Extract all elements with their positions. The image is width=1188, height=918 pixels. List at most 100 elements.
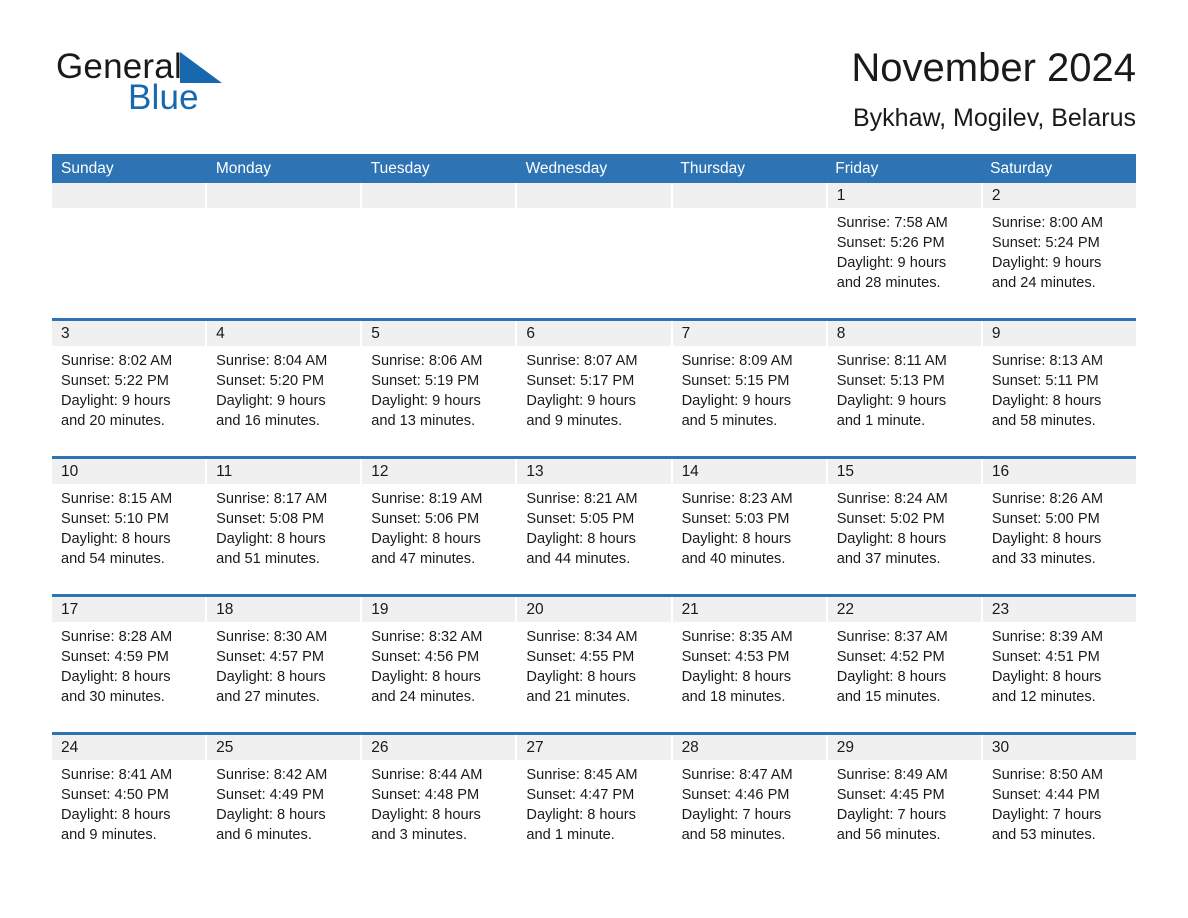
sunset-text: Sunset: 4:56 PM — [371, 649, 480, 665]
logo-text-blue: Blue — [128, 78, 199, 117]
sunset-text: Sunset: 5:19 PM — [371, 373, 480, 389]
weekday-header-row: Sunday Monday Tuesday Wednesday Thursday Frid… — [52, 153, 1136, 183]
day-sun-info: Sunrise: 8:02 AM Sunset: 5:22 PM Daylight:… — [52, 346, 205, 432]
calendar-day-cell[interactable]: 12 Sunrise: 8:19 AM Sunset: 5:06 PM Dayligh… — [362, 458, 516, 587]
daylight-text-line1: Daylight: 9 hours — [991, 255, 1102, 272]
daylight-text-line1: Daylight: 8 hours — [216, 531, 326, 548]
calendar-week-row: 10 Sunrise: 8:15 AM Sunset: 5:10 PM Dayligh… — [52, 455, 1136, 587]
sunset-text: Sunset: 4:48 PM — [371, 787, 480, 803]
daylight-text-line1: Daylight: 8 hours — [836, 669, 947, 686]
calendar-day-cell[interactable]: 26 Sunrise: 8:44 AM Sunset: 4:48 PM Dayligh… — [362, 734, 516, 863]
day-sun-info: Sunrise: 8:21 AM Sunset: 5:05 PM Daylight:… — [517, 484, 670, 570]
calendar-day-cell[interactable]: 2 Sunrise: 8:00 AM Sunset: 5:24 PM Daylight… — [982, 182, 1136, 311]
daylight-text-line1: Daylight: 8 hours — [991, 393, 1102, 410]
daylight-text-line2: and 27 minutes. — [216, 689, 320, 706]
daylight-text-line1: Daylight: 9 hours — [61, 393, 171, 410]
daylight-text-line2: and 16 minutes. — [216, 413, 320, 430]
calendar-day-cell[interactable]: 7 Sunrise: 8:09 AM Sunset: 5:15 PM Daylight… — [672, 320, 826, 449]
calendar-day-cell[interactable]: 9 Sunrise: 8:13 AM Sunset: 5:11 PM Daylight… — [982, 320, 1136, 449]
calendar-day-cell[interactable]: 24 Sunrise: 8:41 AM Sunset: 4:50 PM Dayligh… — [52, 734, 206, 863]
sunrise-text: Sunrise: 8:23 AM — [681, 490, 793, 507]
weekday-header-wednesday: Wednesday — [525, 159, 608, 177]
sunrise-text: Sunrise: 8:21 AM — [526, 490, 638, 507]
sunset-text: Sunset: 4:45 PM — [836, 787, 945, 803]
calendar-day-cell[interactable]: 14 Sunrise: 8:23 AM Sunset: 5:03 PM Dayligh… — [672, 458, 826, 587]
calendar-day-cell[interactable]: 8 Sunrise: 8:11 AM Sunset: 5:13 PM Daylight… — [827, 320, 981, 449]
sunset-text: Sunset: 5:22 PM — [61, 373, 169, 389]
sunrise-text: Sunrise: 8:45 AM — [526, 766, 638, 783]
daylight-text-line2: and 18 minutes. — [681, 689, 786, 706]
day-number: 27 — [517, 734, 671, 760]
day-sun-info: Sunrise: 8:09 AM Sunset: 5:15 PM Daylight:… — [673, 346, 826, 432]
daylight-text-line1: Daylight: 8 hours — [61, 807, 171, 824]
daylight-text-line2: and 58 minutes. — [991, 413, 1096, 430]
daylight-text-line2: and 15 minutes. — [836, 689, 941, 706]
sunset-text: Sunset: 5:03 PM — [681, 511, 790, 527]
generalblue-logo[interactable]: General Blue — [56, 44, 256, 120]
calendar-cell-empty — [207, 182, 361, 311]
calendar-day-cell[interactable]: 29 Sunrise: 8:49 AM Sunset: 4:45 PM Dayligh… — [827, 734, 981, 863]
day-sun-info: Sunrise: 8:15 AM Sunset: 5:10 PM Daylight:… — [52, 484, 205, 570]
calendar-day-cell[interactable]: 20 Sunrise: 8:34 AM Sunset: 4:55 PM Dayligh… — [517, 596, 671, 725]
calendar-day-cell[interactable]: 23 Sunrise: 8:39 AM Sunset: 4:51 PM Dayligh… — [982, 596, 1136, 725]
daylight-text-line2: and 24 minutes. — [991, 275, 1096, 292]
calendar-day-cell[interactable]: 15 Sunrise: 8:24 AM Sunset: 5:02 PM Dayligh… — [827, 458, 981, 587]
calendar-day-cell[interactable]: 18 Sunrise: 8:30 AM Sunset: 4:57 PM Dayligh… — [207, 596, 361, 725]
calendar-day-cell[interactable]: 1 Sunrise: 7:58 AM Sunset: 5:26 PM Daylight… — [827, 182, 981, 311]
day-sun-info: Sunrise: 8:47 AM Sunset: 4:46 PM Daylight:… — [673, 760, 826, 846]
calendar-day-cell[interactable]: 28 Sunrise: 8:47 AM Sunset: 4:46 PM Dayligh… — [672, 734, 826, 863]
day-sun-info: Sunrise: 8:28 AM Sunset: 4:59 PM Daylight:… — [52, 622, 205, 708]
daylight-text-line2: and 20 minutes. — [61, 413, 165, 430]
day-sun-info: Sunrise: 8:04 AM Sunset: 5:20 PM Daylight:… — [207, 346, 360, 432]
calendar-day-cell[interactable]: 17 Sunrise: 8:28 AM Sunset: 4:59 PM Dayligh… — [52, 596, 206, 725]
sunrise-text: Sunrise: 8:49 AM — [836, 766, 948, 783]
sunrise-text: Sunrise: 8:19 AM — [371, 490, 483, 507]
day-sun-info: Sunrise: 8:26 AM Sunset: 5:00 PM Daylight:… — [983, 484, 1136, 570]
calendar-day-cell[interactable]: 22 Sunrise: 8:37 AM Sunset: 4:52 PM Dayligh… — [827, 596, 981, 725]
page-title: November 2024 — [851, 46, 1136, 90]
sunset-text: Sunset: 5:11 PM — [991, 373, 1099, 389]
daylight-text-line1: Daylight: 8 hours — [371, 807, 481, 824]
calendar-day-cell[interactable]: 5 Sunrise: 8:06 AM Sunset: 5:19 PM Daylight… — [362, 320, 516, 449]
calendar-day-cell[interactable]: 16 Sunrise: 8:26 AM Sunset: 5:00 PM Dayligh… — [982, 458, 1136, 587]
sunset-text: Sunset: 5:02 PM — [836, 511, 945, 527]
day-number: 25 — [207, 734, 361, 760]
day-number — [52, 182, 206, 208]
calendar-day-cell[interactable]: 27 Sunrise: 8:45 AM Sunset: 4:47 PM Dayligh… — [517, 734, 671, 863]
weekday-header-monday: Monday — [215, 159, 271, 177]
calendar-day-cell[interactable]: 10 Sunrise: 8:15 AM Sunset: 5:10 PM Dayligh… — [52, 458, 206, 587]
daylight-text-line1: Daylight: 9 hours — [371, 393, 481, 410]
calendar-day-cell[interactable]: 19 Sunrise: 8:32 AM Sunset: 4:56 PM Dayligh… — [362, 596, 516, 725]
sunrise-text: Sunrise: 8:09 AM — [681, 352, 793, 369]
sunrise-text: Sunrise: 8:30 AM — [216, 628, 328, 645]
calendar-day-cell[interactable]: 25 Sunrise: 8:42 AM Sunset: 4:49 PM Dayligh… — [207, 734, 361, 863]
day-number: 1 — [827, 182, 981, 208]
day-number: 3 — [52, 320, 206, 346]
day-number: 8 — [827, 320, 981, 346]
calendar-day-cell[interactable]: 13 Sunrise: 8:21 AM Sunset: 5:05 PM Dayligh… — [517, 458, 671, 587]
day-number — [207, 182, 361, 208]
daylight-text-line2: and 51 minutes. — [216, 551, 320, 568]
calendar-table: Sunday Monday Tuesday Wednesday Thursday Frid… — [52, 153, 1136, 863]
weekday-header-saturday: Saturday — [990, 159, 1053, 177]
daylight-text-line2: and 9 minutes. — [61, 827, 157, 844]
sunset-text: Sunset: 5:06 PM — [371, 511, 480, 527]
calendar-day-cell[interactable]: 21 Sunrise: 8:35 AM Sunset: 4:53 PM Dayligh… — [672, 596, 826, 725]
day-sun-info: Sunrise: 8:34 AM Sunset: 4:55 PM Daylight:… — [517, 622, 670, 708]
page-header: General Blue November 2024 Bykhaw, Mogil… — [0, 0, 1188, 133]
calendar-day-cell[interactable]: 11 Sunrise: 8:17 AM Sunset: 5:08 PM Dayligh… — [207, 458, 361, 587]
calendar-day-cell[interactable]: 6 Sunrise: 8:07 AM Sunset: 5:17 PM Daylight… — [517, 320, 671, 449]
daylight-text-line2: and 28 minutes. — [836, 275, 941, 292]
calendar-day-cell[interactable]: 4 Sunrise: 8:04 AM Sunset: 5:20 PM Daylight… — [207, 320, 361, 449]
daylight-text-line1: Daylight: 8 hours — [681, 669, 792, 686]
calendar-day-cell[interactable]: 30 Sunrise: 8:50 AM Sunset: 4:44 PM Dayligh… — [982, 734, 1136, 863]
day-sun-info: Sunrise: 8:35 AM Sunset: 4:53 PM Daylight:… — [673, 622, 826, 708]
calendar-day-cell[interactable]: 3 Sunrise: 8:02 AM Sunset: 5:22 PM Daylight… — [52, 320, 206, 449]
day-number: 12 — [362, 458, 516, 484]
calendar-cell-empty — [517, 182, 671, 311]
daylight-text-line2: and 1 minute. — [836, 413, 926, 430]
sunset-text: Sunset: 5:26 PM — [836, 235, 945, 251]
day-sun-info: Sunrise: 8:19 AM Sunset: 5:06 PM Daylight:… — [362, 484, 515, 570]
daylight-text-line1: Daylight: 8 hours — [61, 669, 171, 686]
daylight-text-line2: and 21 minutes. — [526, 689, 631, 706]
